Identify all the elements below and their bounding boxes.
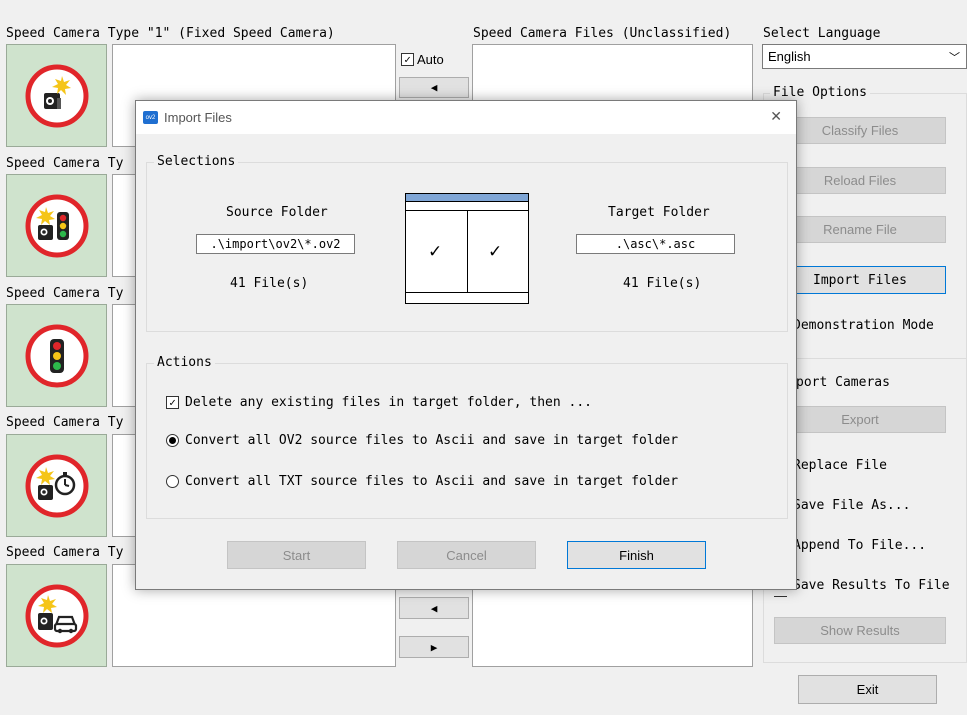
- camera-type-2-header: Speed Camera Ty: [6, 156, 124, 171]
- radio-unselected: [166, 475, 179, 488]
- classify-files-button[interactable]: Classify Files: [774, 117, 946, 144]
- append-to-file-radio[interactable]: Append To File...: [793, 538, 926, 553]
- move-left-button-1[interactable]: ◀: [399, 77, 469, 98]
- selections-label: Selections: [154, 154, 239, 169]
- camera-type-3-header: Speed Camera Ty: [6, 286, 124, 301]
- camera-type-1-header: Speed Camera Type "1" (Fixed Speed Camer…: [6, 26, 335, 41]
- arrow-left-icon: ◀: [430, 81, 438, 94]
- source-count: 41 File(s): [230, 276, 309, 291]
- camera-type-5-header: Speed Camera Ty: [6, 545, 124, 560]
- transfer-diagram: ✓ ✓: [405, 193, 529, 304]
- radio-selected: [166, 434, 179, 447]
- language-select[interactable]: English ﹀: [762, 44, 967, 69]
- auto-checkbox[interactable]: ✓ Auto: [401, 52, 444, 67]
- average-speed-camera-icon[interactable]: [6, 434, 107, 537]
- export-cameras-label: port Cameras: [793, 375, 893, 390]
- import-files-button[interactable]: Import Files: [774, 266, 946, 294]
- reload-files-button[interactable]: Reload Files: [774, 167, 946, 194]
- check-icon: ✓: [488, 242, 503, 262]
- convert-txt-label: Convert all TXT source files to Ascii an…: [185, 474, 679, 489]
- import-files-dialog: ov2 Import Files ✕ Selections Source Fol…: [135, 100, 797, 590]
- divider: [774, 358, 967, 359]
- export-button[interactable]: Export: [774, 406, 946, 433]
- convert-txt-radio[interactable]: Convert all TXT source files to Ascii an…: [166, 474, 678, 489]
- show-results-button[interactable]: Show Results: [774, 617, 946, 644]
- arrow-left-icon: ◀: [430, 601, 438, 615]
- target-folder-label: Target Folder: [608, 205, 710, 220]
- delete-existing-label: Delete any existing files in target fold…: [185, 395, 592, 410]
- save-file-as-radio[interactable]: Save File As...: [793, 498, 910, 513]
- start-button[interactable]: Start: [227, 541, 366, 569]
- source-folder-label: Source Folder: [226, 205, 328, 220]
- file-options-label: File Options: [770, 85, 870, 100]
- mobile-speed-camera-icon[interactable]: [6, 564, 107, 667]
- replace-file-radio[interactable]: Replace File: [793, 458, 887, 473]
- chevron-down-icon: ﹀: [949, 51, 960, 64]
- language-value: English: [768, 49, 811, 64]
- auto-label: Auto: [417, 52, 444, 67]
- delete-existing-checkbox[interactable]: ✓ Delete any existing files in target fo…: [166, 395, 592, 410]
- red-light-camera-icon[interactable]: [6, 174, 107, 277]
- check-icon: ✓: [428, 242, 443, 262]
- target-count: 41 File(s): [623, 276, 702, 291]
- demonstration-mode-label[interactable]: Demonstration Mode: [793, 318, 934, 333]
- diagram-divider: [467, 210, 468, 293]
- save-results-label[interactable]: Save Results To File: [793, 578, 950, 593]
- traffic-light-icon[interactable]: [6, 304, 107, 407]
- move-left-button-5[interactable]: ◀: [399, 597, 469, 619]
- unclassified-header: Speed Camera Files (Unclassified): [473, 26, 732, 41]
- move-right-button-5[interactable]: ▶: [399, 636, 469, 658]
- camera-type-4-header: Speed Camera Ty: [6, 415, 124, 430]
- dialog-title: Import Files: [164, 110, 232, 125]
- dialog-titlebar: ov2 Import Files ✕: [136, 101, 796, 134]
- close-icon[interactable]: ✕: [770, 109, 782, 125]
- select-language-label: Select Language: [763, 26, 881, 41]
- convert-ov2-radio[interactable]: Convert all OV2 source files to Ascii an…: [166, 433, 678, 448]
- actions-label: Actions: [154, 355, 215, 370]
- diagram-footer: [406, 292, 528, 303]
- target-path-field[interactable]: .\asc\*.asc: [576, 234, 735, 254]
- finish-button[interactable]: Finish: [567, 541, 706, 569]
- exit-button[interactable]: Exit: [798, 675, 937, 704]
- arrow-right-icon: ▶: [430, 640, 438, 654]
- app-icon: ov2: [143, 111, 158, 124]
- cancel-button[interactable]: Cancel: [397, 541, 536, 569]
- source-path-field[interactable]: .\import\ov2\*.ov2: [196, 234, 355, 254]
- delete-check-mark: ✓: [166, 396, 179, 409]
- convert-ov2-label: Convert all OV2 source files to Ascii an…: [185, 433, 679, 448]
- fixed-speed-camera-icon[interactable]: [6, 44, 107, 147]
- rename-file-button[interactable]: Rename File: [774, 216, 946, 243]
- auto-check-mark: ✓: [401, 53, 414, 66]
